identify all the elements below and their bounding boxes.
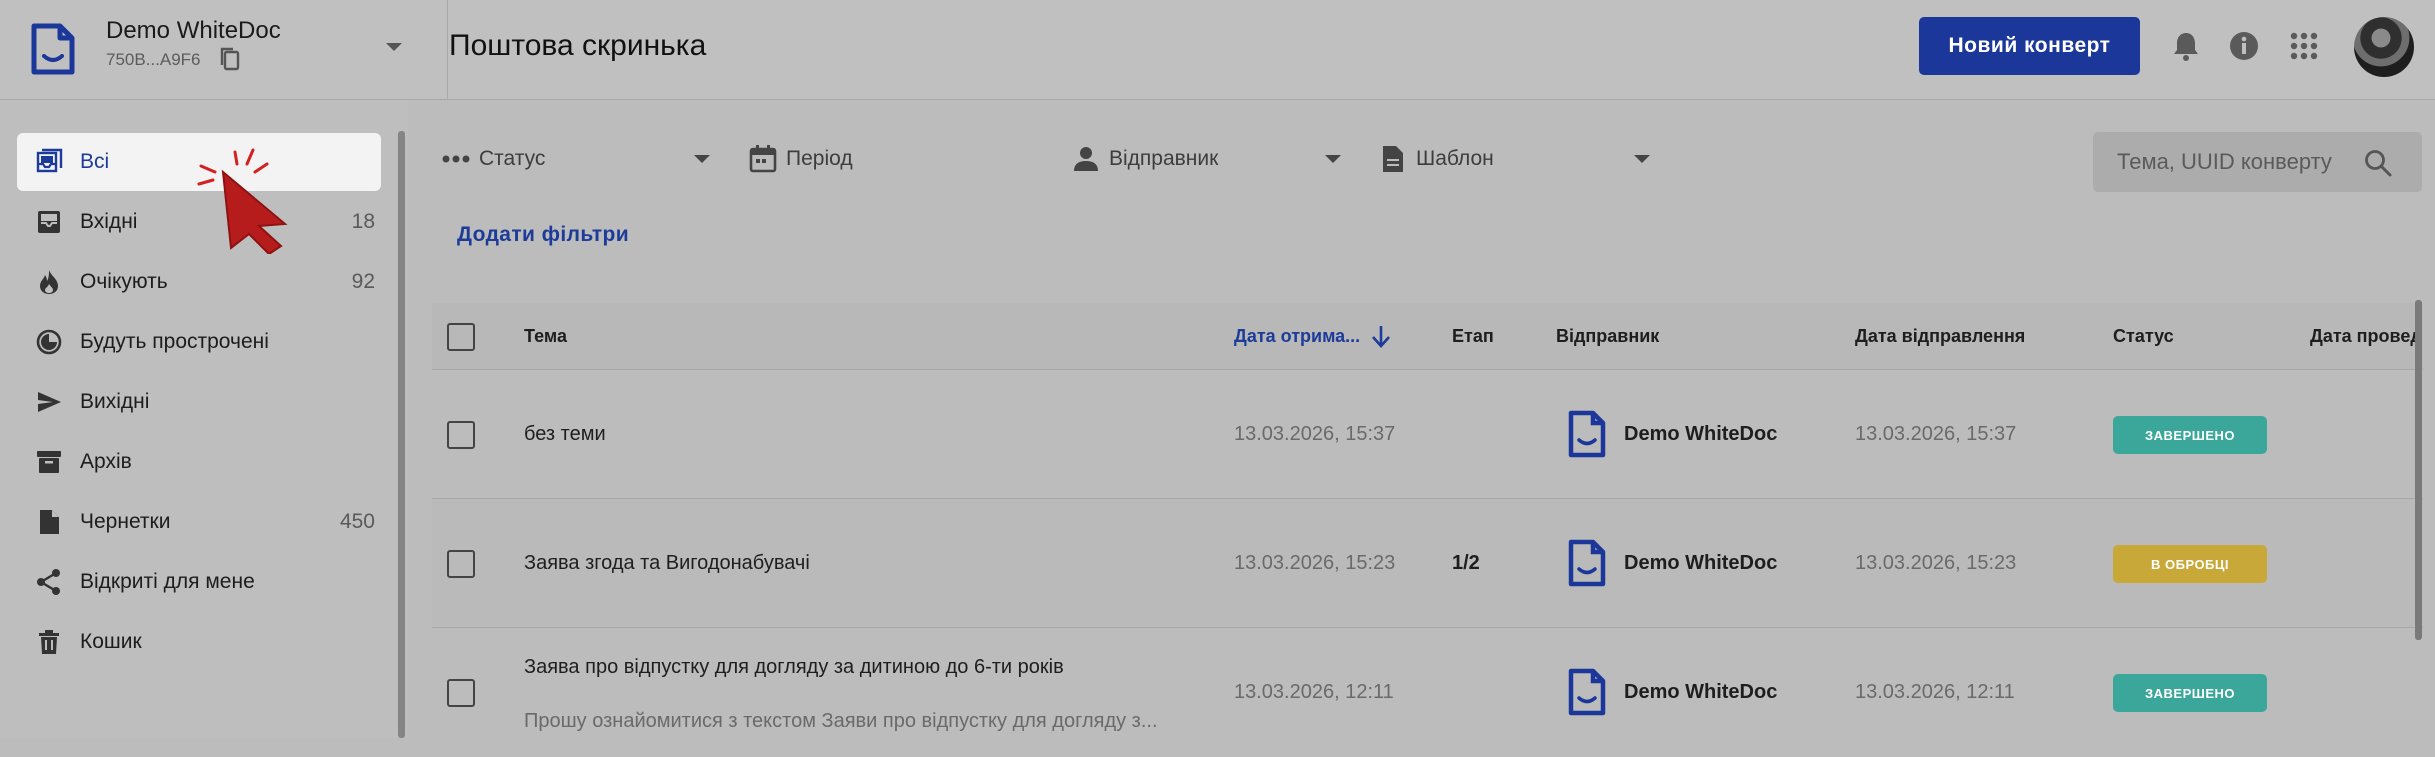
chevron-down-icon[interactable]	[384, 40, 404, 54]
column-processed-date[interactable]: Дата провед	[2310, 326, 2422, 347]
send-icon	[38, 392, 61, 412]
chevron-down-icon[interactable]	[693, 153, 711, 165]
sidebar-item-label: Кошик	[80, 630, 142, 653]
row-sender: Demo WhiteDoc	[1624, 552, 1778, 574]
bell-icon[interactable]	[2169, 29, 2203, 63]
search-icon[interactable]	[2363, 148, 2393, 178]
select-all-checkbox[interactable]	[447, 323, 475, 351]
column-sent-date[interactable]: Дата відправлення	[1855, 326, 2025, 347]
column-status[interactable]: Статус	[2113, 326, 2174, 347]
organization-id: 750B...A9F6	[106, 50, 201, 69]
share-icon	[37, 569, 60, 595]
sidebar-item-outgoing[interactable]: Вихідні	[17, 373, 381, 431]
row-subject: без теми	[524, 423, 606, 445]
period-filter-label: Період	[786, 147, 853, 170]
apps-grid-icon[interactable]	[2287, 29, 2321, 63]
sidebar-item-shared-with-me[interactable]: Відкриті для мене	[17, 553, 381, 611]
sidebar-item-label: Очікують	[80, 270, 168, 293]
copy-icon[interactable]	[218, 46, 242, 72]
envelopes-table: Тема Дата отрима... Етап Відправник Дата…	[432, 303, 2423, 738]
trash-icon	[39, 630, 59, 654]
sidebar-scrollbar[interactable]	[398, 131, 405, 738]
chevron-down-icon[interactable]	[1633, 153, 1651, 165]
status-filter-label: Статус	[479, 147, 546, 170]
page-title: Поштова скринька	[449, 29, 707, 62]
calendar-icon	[749, 145, 777, 173]
organization-switcher[interactable]: Demo WhiteDoc 750B...A9F6	[0, 0, 448, 100]
sidebar-item-count: 92	[351, 270, 375, 293]
period-filter[interactable]: Період	[748, 138, 853, 180]
click-cursor-icon	[197, 148, 288, 254]
dots-icon	[442, 155, 470, 163]
sidebar-item-label: Вхідні	[80, 210, 138, 233]
person-icon	[1074, 147, 1098, 171]
table-row[interactable]: без теми 13.03.2026, 15:37 Demo WhiteDoc…	[432, 370, 2423, 499]
sender-logo-icon	[1568, 539, 1606, 587]
status-badge: ЗАВЕРШЕНО	[2113, 674, 2267, 712]
row-received-date: 13.03.2026, 12:11	[1234, 681, 1394, 703]
column-subject[interactable]: Тема	[524, 326, 567, 347]
fire-icon	[40, 270, 58, 294]
info-icon[interactable]	[2227, 29, 2261, 63]
sender-logo-icon	[1568, 668, 1606, 716]
sidebar-item-drafts[interactable]: Чернетки 450	[17, 493, 381, 551]
row-checkbox[interactable]	[447, 679, 475, 707]
status-badge: ЗАВЕРШЕНО	[2113, 416, 2267, 454]
top-bar: Demo WhiteDoc 750B...A9F6 Поштова скринь…	[0, 0, 2435, 100]
clock-icon	[36, 329, 62, 355]
chevron-down-icon[interactable]	[1324, 153, 1342, 165]
sender-filter-label: Відправник	[1109, 147, 1219, 170]
sender-logo-icon	[1568, 410, 1606, 458]
sidebar-item-archive[interactable]: Архів	[17, 433, 381, 491]
table-row[interactable]: Заява згода та Вигодонабувачі 13.03.2026…	[432, 499, 2423, 628]
template-filter[interactable]: Шаблон	[1378, 138, 1494, 180]
column-received-date[interactable]: Дата отрима...	[1234, 326, 1360, 347]
table-header: Тема Дата отрима... Етап Відправник Дата…	[432, 303, 2423, 370]
user-avatar[interactable]	[2354, 17, 2414, 77]
all-mail-icon	[36, 148, 63, 173]
row-sent-date: 13.03.2026, 15:23	[1855, 552, 2017, 574]
row-sent-date: 13.03.2026, 15:37	[1855, 423, 2017, 445]
row-checkbox[interactable]	[447, 550, 475, 578]
column-sender[interactable]: Відправник	[1556, 326, 1659, 347]
row-checkbox[interactable]	[447, 421, 475, 449]
sidebar-item-label: Чернетки	[80, 510, 171, 533]
row-stage: 1/2	[1452, 552, 1480, 574]
table-scrollbar[interactable]	[2415, 300, 2422, 640]
row-snippet: Прошу ознайомитися з текстом Заяви про в…	[524, 710, 1158, 732]
row-subject: Заява згода та Вигодонабувачі	[524, 552, 810, 574]
search-box	[2093, 132, 2422, 192]
row-sent-date: 13.03.2026, 12:11	[1855, 681, 2015, 703]
column-stage[interactable]: Етап	[1452, 326, 1494, 347]
sidebar-item-waiting[interactable]: Очікують 92	[17, 253, 381, 311]
row-received-date: 13.03.2026, 15:37	[1234, 423, 1396, 445]
template-filter-label: Шаблон	[1416, 147, 1494, 170]
draft-icon	[40, 510, 59, 534]
row-subject: Заява про відпустку для догляду за дитин…	[524, 656, 1064, 678]
whitedoc-logo-icon	[31, 23, 75, 75]
row-sender: Demo WhiteDoc	[1624, 681, 1778, 703]
row-received-date: 13.03.2026, 15:23	[1234, 552, 1396, 574]
sidebar-item-overdue-soon[interactable]: Будуть прострочені	[17, 313, 381, 371]
organization-name: Demo WhiteDoc	[106, 17, 281, 44]
inbox-icon	[38, 211, 60, 233]
sidebar-item-label: Всі	[80, 150, 110, 173]
sidebar-item-label: Будуть прострочені	[80, 330, 269, 353]
search-input[interactable]	[2115, 132, 2355, 192]
archive-icon	[37, 451, 61, 473]
status-badge: В ОБРОБЦІ	[2113, 545, 2267, 583]
sidebar-item-label: Архів	[80, 450, 132, 473]
sidebar-item-label: Вихідні	[80, 390, 150, 413]
status-filter[interactable]: Статус	[441, 138, 545, 180]
new-envelope-button[interactable]: Новий конверт	[1919, 17, 2140, 75]
sidebar-item-label: Відкриті для мене	[80, 570, 255, 593]
sidebar-item-trash[interactable]: Кошик	[17, 613, 381, 671]
sidebar-item-count: 450	[339, 510, 375, 533]
document-icon	[1383, 146, 1403, 172]
arrow-down-icon[interactable]	[1370, 323, 1392, 349]
sender-filter[interactable]: Відправник	[1071, 138, 1218, 180]
row-sender: Demo WhiteDoc	[1624, 423, 1778, 445]
sidebar-item-count: 18	[351, 210, 375, 233]
add-filters-button[interactable]: Додати фільтри	[457, 223, 629, 247]
